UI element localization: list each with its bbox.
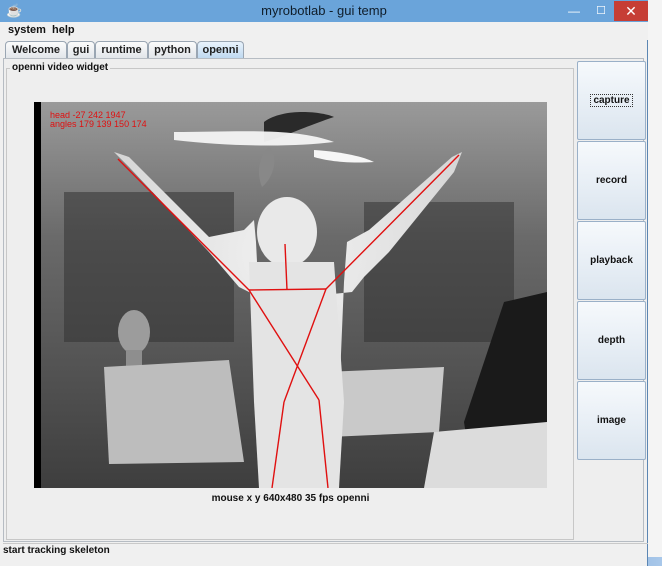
- capture-label: capture: [590, 94, 633, 107]
- app-window: ☕ myrobotlab - gui temp — ☐ ✕ system hel…: [0, 0, 648, 566]
- angles-readout: angles 179 139 150 174: [50, 119, 147, 129]
- title-bar[interactable]: ☕ myrobotlab - gui temp — ☐ ✕: [0, 0, 648, 22]
- video-left-border: [34, 102, 41, 488]
- tab-gui[interactable]: gui: [67, 41, 95, 58]
- tab-runtime[interactable]: runtime: [95, 41, 148, 58]
- window-title: myrobotlab - gui temp: [261, 3, 387, 18]
- image-label: image: [597, 415, 626, 426]
- depth-button[interactable]: depth: [577, 301, 646, 380]
- record-button[interactable]: record: [577, 141, 646, 220]
- menu-help[interactable]: help: [52, 24, 75, 36]
- depth-label: depth: [597, 335, 626, 346]
- close-button[interactable]: ✕: [614, 1, 648, 21]
- video-widget-title: openni video widget: [10, 62, 111, 73]
- tab-openni[interactable]: openni: [197, 41, 244, 59]
- image-button[interactable]: image: [577, 381, 646, 460]
- desktop-background: [648, 0, 662, 566]
- video-status-caption: mouse x y 640x480 35 fps openni: [211, 493, 370, 504]
- tab-python[interactable]: python: [148, 41, 197, 58]
- menu-bar: system help: [0, 22, 648, 40]
- depth-video-frame[interactable]: head -27 242 1947 angles 179 139 150 174: [34, 102, 547, 488]
- minimize-button[interactable]: —: [561, 3, 587, 19]
- playback-label: playback: [590, 255, 633, 266]
- record-label: record: [595, 175, 628, 186]
- tab-welcome[interactable]: Welcome: [5, 41, 67, 58]
- status-bar: start tracking skeleton: [3, 543, 648, 558]
- maximize-button[interactable]: ☐: [588, 3, 614, 19]
- playback-button[interactable]: playback: [577, 221, 646, 300]
- menu-system[interactable]: system: [8, 24, 46, 36]
- capture-button[interactable]: capture: [577, 61, 646, 140]
- depth-image: head -27 242 1947 angles 179 139 150 174: [34, 102, 547, 488]
